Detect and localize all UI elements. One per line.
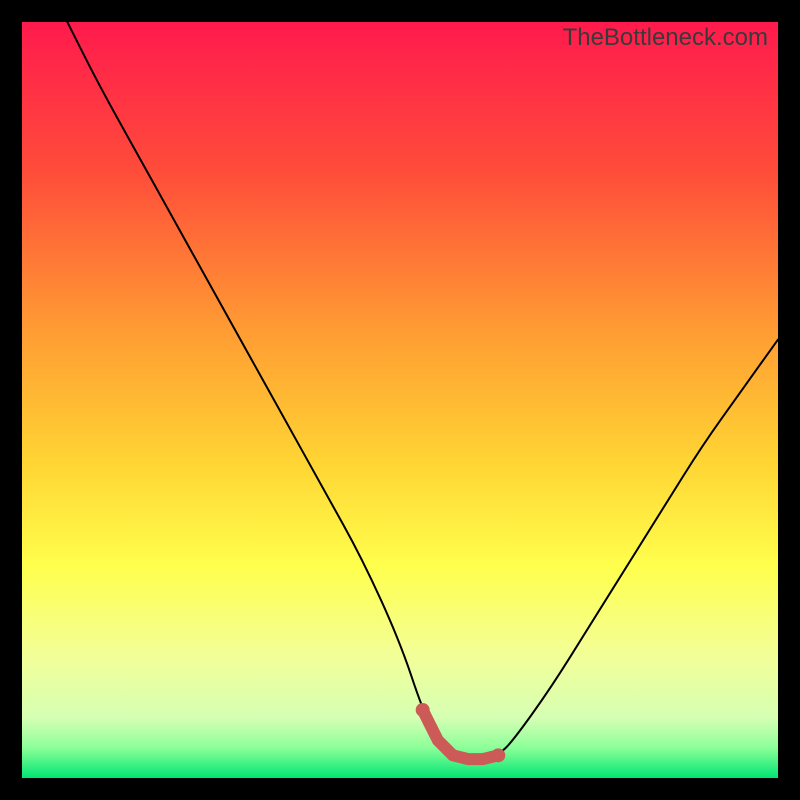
- plot-area: TheBottleneck.com: [22, 22, 778, 778]
- watermark-text: TheBottleneck.com: [563, 24, 768, 52]
- bottleneck-curve: [22, 22, 778, 778]
- chart-container: TheBottleneck.com: [0, 0, 800, 800]
